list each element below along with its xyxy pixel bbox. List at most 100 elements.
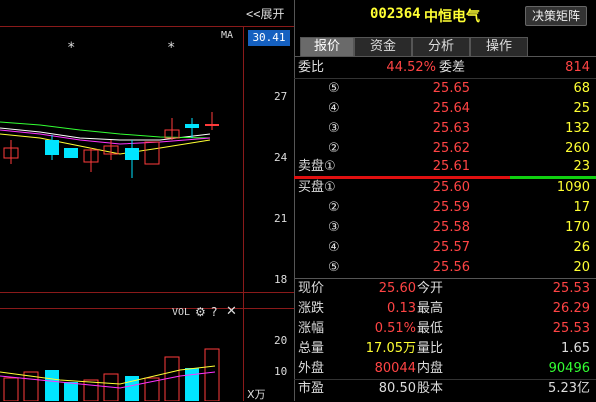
quote-row: 市盈 80.50 股本 5.23亿 (294, 378, 596, 399)
order-price: 25.56 (432, 260, 470, 275)
commission-ratio-label: 委比 (298, 60, 325, 75)
quote-value: 80.50 (378, 381, 416, 396)
decision-matrix-button[interactable]: 决策矩阵 (525, 6, 587, 26)
order-volume: 26 (573, 240, 590, 255)
commission-diff-label: 委差 (439, 60, 466, 75)
order-volume: 132 (565, 121, 590, 136)
order-level: ⑤ (328, 81, 340, 96)
vol-tick-label: 20 (274, 334, 288, 347)
quote-label: 市盈 (298, 381, 325, 396)
quote-row: 涨幅 0.51% 最低 25.53 (294, 318, 596, 339)
candle-down (64, 148, 78, 158)
buy-order-row[interactable]: ③ 25.58 170 (294, 217, 596, 238)
quote-row: 外盘 80044 内盘 90496 (294, 358, 596, 379)
order-volume: 17 (573, 200, 590, 215)
candles-svg (0, 112, 220, 401)
quote-value: 1.65 (561, 341, 590, 356)
order-level: ② (328, 200, 340, 215)
gear-icon[interactable]: ⚙ (195, 305, 206, 319)
order-level: ⑤ (328, 260, 340, 275)
quote-value: 26.29 (552, 301, 590, 316)
order-volume: 170 (565, 220, 590, 235)
order-level: 买盘① (298, 180, 336, 195)
order-price: 25.64 (432, 101, 470, 116)
candle-down (45, 140, 59, 155)
buy-order-row[interactable]: ⑤ 25.56 20 (294, 257, 596, 278)
quote-row: 现价 25.60 今开 25.53 (294, 278, 596, 299)
quote-label: 最高 (417, 301, 444, 316)
y-tick-label: 21 (274, 212, 288, 225)
quote-label: 总量 (298, 341, 325, 356)
commission-diff-value: 814 (565, 60, 590, 75)
volume-bar (83, 379, 99, 401)
quote-label: 最低 (417, 321, 444, 336)
tab-analysis[interactable]: 分析 (412, 37, 470, 56)
candle-up (144, 141, 160, 165)
candle-up (205, 124, 219, 126)
order-level: ④ (328, 240, 340, 255)
order-price: 25.58 (432, 220, 470, 235)
volume-bar (204, 348, 220, 401)
order-level: ④ (328, 101, 340, 116)
volume-bar (64, 382, 78, 401)
tab-quote[interactable]: 报价 (300, 37, 354, 56)
quote-value: 80044 (374, 361, 416, 376)
vol-tick-label: 10 (274, 365, 288, 378)
tab-funds[interactable]: 资金 (354, 37, 412, 56)
current-price-badge: 30.41 (248, 30, 290, 46)
vol-ma-yellow (0, 365, 216, 385)
quote-label: 现价 (298, 281, 325, 296)
quote-row: 总量 17.05万 量比 1.65 (294, 338, 596, 359)
y-tick-label: 24 (274, 151, 288, 164)
vol-unit-label: X万 (247, 388, 266, 401)
quote-value: 90496 (548, 361, 590, 376)
order-volume: 1090 (556, 180, 590, 195)
buy-order-row[interactable]: 买盘① 25.60 1090 (294, 177, 596, 198)
order-volume: 20 (573, 260, 590, 275)
quote-panel: 002364 中恒电气 决策矩阵 报价 资金 分析 操作 委比 44.52% 委… (294, 0, 596, 401)
quote-value: 5.23亿 (548, 381, 590, 396)
quote-row: 涨跌 0.13 最高 26.29 (294, 298, 596, 319)
close-icon[interactable]: ✕ (226, 304, 237, 319)
vol-label: VOL (172, 307, 191, 318)
order-price: 25.65 (432, 81, 470, 96)
quote-value: 17.05万 (365, 341, 416, 356)
quote-label: 内盘 (417, 361, 444, 376)
order-level: ③ (328, 220, 340, 235)
sell-order-row[interactable]: ③ 25.63 132 (294, 118, 596, 139)
stock-code: 002364 (370, 6, 421, 22)
help-icon[interactable]: ? (211, 305, 217, 319)
quote-value: 0.13 (387, 301, 416, 316)
volume-bar (45, 370, 59, 401)
buy-order-row[interactable]: ④ 25.57 26 (294, 237, 596, 258)
kline-chart[interactable]: <<展开 MA * * 30.41 27 24 21 18 VOL ⚙ ? ✕ … (0, 0, 294, 401)
quote-label: 外盘 (298, 361, 325, 376)
quote-value: 25.53 (552, 321, 590, 336)
commission-ratio-value: 44.52% (386, 60, 436, 75)
order-volume: 23 (573, 159, 590, 174)
tab-operation[interactable]: 操作 (470, 37, 528, 56)
quote-value: 0.51% (374, 321, 416, 336)
stock-name: 中恒电气 (424, 9, 480, 25)
sell-order-row[interactable]: 卖盘① 25.61 23 (294, 156, 596, 177)
expand-button[interactable]: <<展开 (246, 5, 284, 22)
commission-row: 委比 44.52% 委差 814 (294, 57, 596, 78)
volume-bar (3, 377, 19, 401)
quote-value: 25.60 (378, 281, 416, 296)
buy-order-row[interactable]: ② 25.59 17 (294, 197, 596, 218)
quote-label: 涨跌 (298, 301, 325, 316)
volume-bar (185, 368, 199, 401)
sell-order-row[interactable]: ⑤ 25.65 68 (294, 78, 596, 99)
quote-label: 量比 (417, 341, 444, 356)
quote-label: 今开 (417, 281, 444, 296)
candle-down (125, 148, 139, 160)
quote-label: 涨幅 (298, 321, 325, 336)
order-volume: 68 (573, 81, 590, 96)
sell-order-row[interactable]: ④ 25.64 25 (294, 98, 596, 119)
order-volume: 25 (573, 101, 590, 116)
order-price: 25.59 (432, 200, 470, 215)
order-price: 25.60 (432, 180, 470, 195)
order-price: 25.57 (432, 240, 470, 255)
order-price: 25.63 (432, 121, 470, 136)
quote-value: 25.53 (552, 281, 590, 296)
